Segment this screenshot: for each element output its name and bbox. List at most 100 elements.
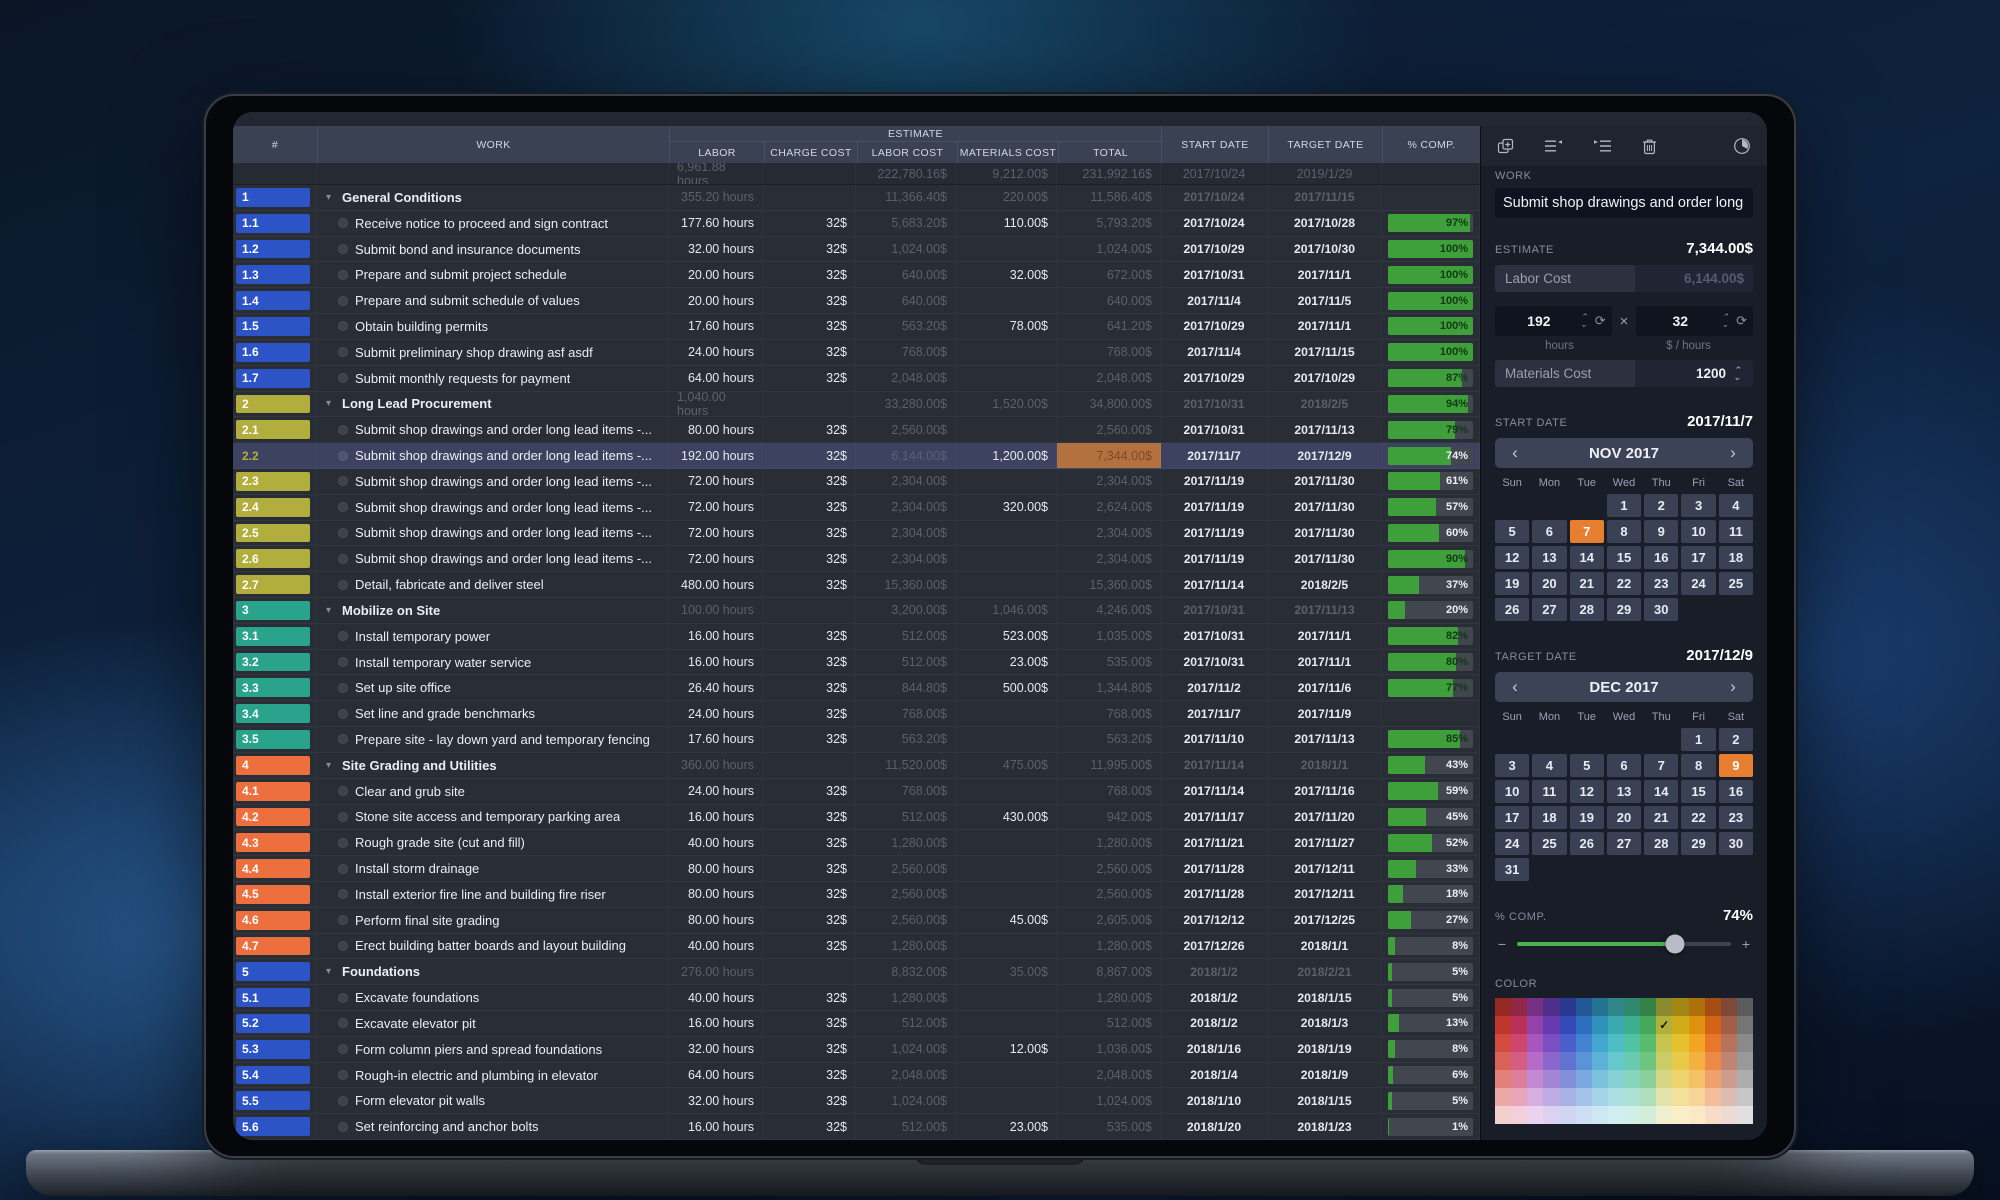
labor-cost-cell[interactable]: 512.00$ xyxy=(856,1114,956,1139)
materials-cost-cell[interactable] xyxy=(956,1088,1057,1113)
color-swatch[interactable] xyxy=(1721,1016,1737,1034)
color-swatch[interactable] xyxy=(1705,1052,1721,1070)
progress-bar[interactable]: 97% xyxy=(1388,214,1473,232)
labor-cell[interactable]: 480.00 hours xyxy=(669,572,763,597)
target-date-cell[interactable]: 2017/10/28 xyxy=(1268,211,1382,236)
materials-cost-cell[interactable] xyxy=(956,288,1057,313)
calendar-day[interactable]: 25 xyxy=(1532,832,1566,855)
materials-cost-cell[interactable]: 1,200.00$ xyxy=(956,443,1057,468)
row-number-cell[interactable]: 2.3 xyxy=(233,469,317,494)
work-cell[interactable]: Stone site access and temporary parking … xyxy=(317,805,669,830)
labor-cost-cell[interactable]: 2,560.00$ xyxy=(856,417,956,442)
work-cell[interactable]: Submit bond and insurance documents xyxy=(317,237,669,262)
charge-cost-cell[interactable]: 32$ xyxy=(763,262,856,287)
materials-cost-cell[interactable] xyxy=(956,1063,1057,1088)
color-swatch-selected[interactable]: ✓ xyxy=(1656,1016,1672,1034)
row-number-cell[interactable]: 1.1 xyxy=(233,211,317,236)
color-swatch[interactable] xyxy=(1705,1016,1721,1034)
calendar-day[interactable]: 1 xyxy=(1681,728,1715,751)
pct-cell[interactable]: 37% xyxy=(1382,572,1480,597)
color-swatch[interactable] xyxy=(1576,998,1592,1016)
pct-cell[interactable]: 52% xyxy=(1382,830,1480,855)
color-swatch[interactable] xyxy=(1689,1052,1705,1070)
row-number-cell[interactable]: 1 xyxy=(233,185,317,210)
table-row[interactable]: 4.1Clear and grub site24.00 hours32$768.… xyxy=(233,779,1480,805)
table-row[interactable]: 4.7Erect building batter boards and layo… xyxy=(233,934,1480,960)
color-swatch[interactable] xyxy=(1511,1016,1527,1034)
pct-cell[interactable]: 45% xyxy=(1382,805,1480,830)
labor-cell[interactable]: 16.00 hours xyxy=(669,624,763,649)
start-date-cell[interactable]: 2017/10/31 xyxy=(1161,598,1268,623)
materials-cost-cell[interactable] xyxy=(956,521,1057,546)
progress-bar[interactable]: 8% xyxy=(1388,1040,1473,1058)
calendar-day[interactable]: 6 xyxy=(1532,520,1566,543)
materials-cost-cell[interactable]: 45.00$ xyxy=(956,908,1057,933)
work-cell[interactable]: ▾Foundations xyxy=(317,959,669,984)
color-swatch[interactable] xyxy=(1495,1034,1511,1052)
color-swatch[interactable] xyxy=(1640,1106,1656,1124)
table-row[interactable]: 1.7Submit monthly requests for payment64… xyxy=(233,366,1480,392)
row-number-cell[interactable]: 5.1 xyxy=(233,985,317,1010)
color-swatch[interactable] xyxy=(1737,1034,1753,1052)
materials-cost-cell[interactable] xyxy=(956,701,1057,726)
total-cell[interactable]: 2,605.00$ xyxy=(1057,908,1161,933)
target-date-cell[interactable]: 2017/10/30 xyxy=(1268,237,1382,262)
row-number-cell[interactable]: 2.1 xyxy=(233,417,317,442)
pct-cell[interactable]: 60% xyxy=(1382,521,1480,546)
calendar-day[interactable]: 21 xyxy=(1644,806,1678,829)
pct-cell[interactable]: 61% xyxy=(1382,469,1480,494)
progress-bar[interactable]: 59% xyxy=(1388,782,1473,800)
labor-cost-cell[interactable]: 2,304.00$ xyxy=(856,521,956,546)
labor-cost-cell[interactable]: 2,048.00$ xyxy=(856,1063,956,1088)
row-number-cell[interactable]: 4.6 xyxy=(233,908,317,933)
charge-cost-cell[interactable]: 32$ xyxy=(763,1037,856,1062)
row-number-cell[interactable]: 5 xyxy=(233,959,317,984)
table-row[interactable]: 3.2Install temporary water service16.00 … xyxy=(233,650,1480,676)
row-number-cell[interactable]: 2.6 xyxy=(233,546,317,571)
calendar-day[interactable]: 11 xyxy=(1719,520,1753,543)
table-row[interactable]: 3▾Mobilize on Site100.00 hours3,200.00$1… xyxy=(233,598,1480,624)
color-swatch[interactable] xyxy=(1656,1034,1672,1052)
calendar-day[interactable]: 26 xyxy=(1570,832,1604,855)
progress-bar[interactable]: 8% xyxy=(1388,937,1473,955)
calendar-day[interactable]: 5 xyxy=(1570,754,1604,777)
progress-bar[interactable]: 45% xyxy=(1388,808,1473,826)
labor-cell[interactable]: 24.00 hours xyxy=(669,340,763,365)
color-swatch[interactable] xyxy=(1511,1070,1527,1088)
pct-cell[interactable]: 13% xyxy=(1382,1011,1480,1036)
color-swatch[interactable] xyxy=(1640,1070,1656,1088)
calendar-day[interactable]: 14 xyxy=(1570,546,1604,569)
pct-cell[interactable]: 20% xyxy=(1382,598,1480,623)
table-row[interactable]: 2.5Submit shop drawings and order long l… xyxy=(233,521,1480,547)
target-date-cell[interactable]: 2018/1/9 xyxy=(1268,1063,1382,1088)
color-swatch[interactable] xyxy=(1737,1070,1753,1088)
calendar-day[interactable]: 10 xyxy=(1495,780,1529,803)
color-swatch[interactable] xyxy=(1543,1070,1559,1088)
color-swatch[interactable] xyxy=(1689,1070,1705,1088)
next-month-button[interactable]: › xyxy=(1723,443,1743,463)
total-cell[interactable]: 535.00$ xyxy=(1057,1114,1161,1139)
charge-cost-cell[interactable]: 32$ xyxy=(763,521,856,546)
color-swatch[interactable] xyxy=(1721,1088,1737,1106)
color-swatch[interactable] xyxy=(1495,998,1511,1016)
labor-cost-cell[interactable]: 563.20$ xyxy=(856,314,956,339)
table-row[interactable]: 5▾Foundations276.00 hours8,832.00$35.00$… xyxy=(233,959,1480,985)
color-swatch[interactable] xyxy=(1527,1034,1543,1052)
labor-cell[interactable]: 16.00 hours xyxy=(669,805,763,830)
calendar-day[interactable]: 8 xyxy=(1681,754,1715,777)
progress-bar[interactable]: 43% xyxy=(1388,756,1473,774)
color-swatch[interactable] xyxy=(1705,1034,1721,1052)
color-swatch[interactable] xyxy=(1608,1106,1624,1124)
row-number-cell[interactable]: 2.5 xyxy=(233,521,317,546)
charge-cost-cell[interactable]: 32$ xyxy=(763,805,856,830)
color-swatch[interactable] xyxy=(1624,1070,1640,1088)
progress-bar[interactable]: 80% xyxy=(1388,653,1473,671)
target-date-cell[interactable]: 2017/11/16 xyxy=(1268,779,1382,804)
col-header-materials-cost[interactable]: MATERIALS COST xyxy=(957,142,1058,163)
work-cell[interactable]: Install storm drainage xyxy=(317,856,669,881)
target-date-cell[interactable]: 2018/1/3 xyxy=(1268,1011,1382,1036)
start-date-cell[interactable]: 2018/1/2 xyxy=(1161,1011,1268,1036)
work-cell[interactable]: Submit monthly requests for payment xyxy=(317,366,669,391)
pct-cell[interactable]: 82% xyxy=(1382,624,1480,649)
total-cell[interactable]: 4,246.00$ xyxy=(1057,598,1161,623)
